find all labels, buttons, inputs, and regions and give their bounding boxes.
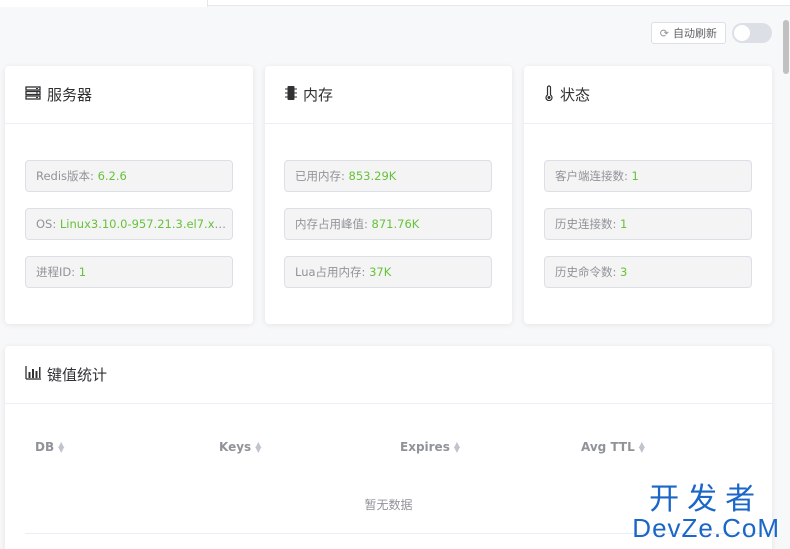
client-connections-field: 客户端连接数: 1 <box>544 160 752 192</box>
total-commands-field: 历史命令数: 3 <box>544 256 752 288</box>
server-card: 服务器 Redis版本: 6.2.6 OS: Linux3.10.0-957.2… <box>5 66 253 324</box>
server-card-title: 服务器 <box>47 86 93 104</box>
sort-icon[interactable]: ▲ ▼ <box>639 441 645 454</box>
status-card-header: 状态 <box>524 66 772 124</box>
table-header: DB ▲ ▼ Keys ▲ ▼ Expires ▲ ▼ Avg TTL ▲ ▼ <box>5 432 772 462</box>
memory-card-title: 内存 <box>303 86 334 104</box>
sort-icon[interactable]: ▲ ▼ <box>255 441 261 454</box>
info-value: 37K <box>369 265 392 279</box>
sort-icon[interactable]: ▲ ▼ <box>454 441 460 454</box>
memory-card: 内存 已用内存: 853.29K 内存占用峰值: 871.76K Lua占用内存… <box>265 66 512 324</box>
info-value: 6.2.6 <box>97 169 127 183</box>
auto-refresh-toggle[interactable] <box>732 23 772 43</box>
peak-memory-field: 内存占用峰值: 871.76K <box>284 208 492 240</box>
key-stats-card-title: 键值统计 <box>47 366 108 384</box>
used-memory-field: 已用内存: 853.29K <box>284 160 492 192</box>
watermark-line-2: DevZe.CoM <box>632 513 780 543</box>
watermark-line-1: 开发者 <box>649 483 764 516</box>
column-expires[interactable]: Expires ▲ ▼ <box>400 432 460 462</box>
lua-memory-field: Lua占用内存: 37K <box>284 256 492 288</box>
info-value: 1 <box>631 169 639 183</box>
server-icon <box>25 85 41 104</box>
info-label: 已用内存: <box>295 169 349 183</box>
active-tab[interactable] <box>0 0 208 7</box>
info-value: 871.76K <box>371 217 420 231</box>
auto-refresh-button[interactable]: ⟳ 自动刷新 <box>650 22 726 44</box>
os-field: OS: Linux3.10.0-957.21.3.el7.x86_... <box>25 208 233 240</box>
bar-chart-icon <box>25 365 41 384</box>
column-db[interactable]: DB ▲ ▼ <box>35 432 64 462</box>
thermometer-icon <box>544 84 554 105</box>
info-value: 3 <box>620 265 628 279</box>
process-id-field: 进程ID: 1 <box>25 256 233 288</box>
toolbar: ⟳ 自动刷新 <box>650 22 772 44</box>
info-label: 历史命令数: <box>555 265 621 279</box>
info-label: OS: <box>36 217 60 231</box>
info-value: 1 <box>620 217 628 231</box>
status-card: 状态 客户端连接数: 1 历史连接数: 1 历史命令数: 3 <box>524 66 772 324</box>
info-label: 历史连接数: <box>555 217 621 231</box>
toggle-knob <box>734 25 750 41</box>
redis-version-field: Redis版本: 6.2.6 <box>25 160 233 192</box>
column-label: DB <box>35 440 55 454</box>
memory-icon <box>285 85 297 105</box>
status-card-title: 状态 <box>560 86 591 104</box>
info-label: Lua占用内存: <box>295 265 370 279</box>
total-connections-field: 历史连接数: 1 <box>544 208 752 240</box>
scrollbar-thumb[interactable] <box>783 20 789 74</box>
info-label: 客户端连接数: <box>555 169 632 183</box>
column-label: Expires <box>400 440 450 454</box>
column-label: Keys <box>219 440 252 454</box>
info-label: Redis版本: <box>36 169 98 183</box>
watermark-logo: 开发者 DevZe.CoM <box>632 483 780 543</box>
scrollbar[interactable] <box>782 18 790 548</box>
info-value: 1 <box>78 265 87 279</box>
auto-refresh-label: 自动刷新 <box>673 27 717 40</box>
info-label: 内存占用峰值: <box>295 217 372 231</box>
server-card-header: 服务器 <box>5 66 253 124</box>
info-value: Linux3.10.0-957.21.3.el7.x86_... <box>59 217 233 231</box>
column-avg-ttl[interactable]: Avg TTL ▲ ▼ <box>581 432 645 462</box>
tab-strip <box>0 0 790 7</box>
column-label: Avg TTL <box>581 440 635 454</box>
column-keys[interactable]: Keys ▲ ▼ <box>219 432 261 462</box>
sort-icon[interactable]: ▲ ▼ <box>58 441 64 454</box>
info-value: 853.29K <box>348 169 397 183</box>
refresh-icon: ⟳ <box>659 26 669 40</box>
key-stats-card-header: 键值统计 <box>5 346 772 404</box>
info-label: 进程ID: <box>36 265 79 279</box>
memory-card-header: 内存 <box>265 66 512 124</box>
